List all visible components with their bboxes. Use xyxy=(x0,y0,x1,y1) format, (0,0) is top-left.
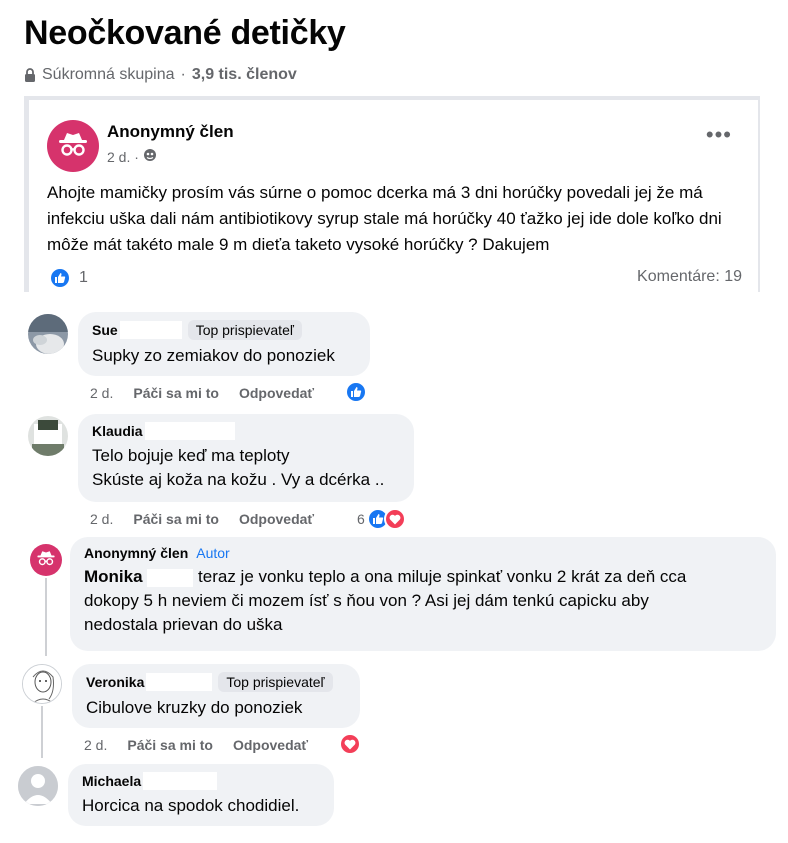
group-privacy: Súkromná skupina xyxy=(42,66,175,83)
post-time: 2 d. · xyxy=(107,148,157,165)
redacted-name xyxy=(146,673,213,691)
redacted-name xyxy=(147,568,194,587)
comment-bubble: Sue Top prispievateľ Supky zo zemiakov d… xyxy=(78,312,370,376)
redacted-name xyxy=(119,321,182,339)
post-card: Anonymný člen 2 d. · ••• Ahojte mamičky … xyxy=(28,100,758,292)
comment-reactions[interactable] xyxy=(339,733,361,755)
avatar[interactable] xyxy=(28,314,68,354)
reaction-count: 6 xyxy=(357,511,365,527)
comment-reactions[interactable]: 6 xyxy=(357,508,406,530)
thread-line xyxy=(41,706,43,758)
avatar[interactable] xyxy=(18,766,58,806)
comment-author[interactable]: Michaela xyxy=(82,772,320,790)
like-icon xyxy=(49,267,71,289)
redacted-name xyxy=(144,422,235,440)
group-meta: Súkromná skupina · 3,9 tis. členov xyxy=(24,66,297,84)
mention-link[interactable]: Monika xyxy=(84,567,143,586)
comment-author[interactable]: Sue Top prispievateľ xyxy=(92,320,356,340)
like-button[interactable]: Páči sa mi to xyxy=(133,385,219,401)
post-more-button[interactable]: ••• xyxy=(706,124,732,146)
comment-reactions[interactable] xyxy=(345,381,367,403)
like-count: 1 xyxy=(79,269,88,286)
meta-separator: · xyxy=(180,66,186,83)
avatar[interactable] xyxy=(30,544,62,576)
comment-actions: 2 d. Páči sa mi to Odpovedať xyxy=(84,737,308,753)
incognito-icon xyxy=(57,131,89,162)
comment-bubble: Anonymný člen Autor Monika teraz je vonk… xyxy=(70,537,776,651)
avatar[interactable] xyxy=(22,664,62,704)
comment-text: Cibulove kruzky do ponoziek xyxy=(86,698,303,717)
comments-count[interactable]: Komentáre: 19 xyxy=(637,268,742,286)
comment-time[interactable]: 2 d. xyxy=(90,511,113,527)
like-icon xyxy=(345,381,367,403)
comment-text: Monika teraz je vonku teplo a ona miluje… xyxy=(84,567,687,634)
reply-button[interactable]: Odpovedať xyxy=(239,385,314,401)
comment-actions: 2 d. Páči sa mi to Odpovedať xyxy=(90,511,314,527)
comment-text: Telo bojuje keď ma teploty Skúste aj kož… xyxy=(92,446,385,489)
globe-icon xyxy=(143,148,157,165)
avatar[interactable] xyxy=(47,120,99,172)
comment-bubble: Michaela Horcica na spodok chodidiel. xyxy=(68,764,334,826)
group-title[interactable]: Neočkované detičky xyxy=(24,14,346,53)
post-text: Ahojte mamičky prosím vás súrne o pomoc … xyxy=(47,183,722,254)
post-timestamp[interactable]: 2 d. · xyxy=(107,149,139,165)
comment-text: Supky zo zemiakov do ponoziek xyxy=(92,346,335,365)
like-button[interactable]: Páči sa mi to xyxy=(127,737,213,753)
redacted-name xyxy=(143,772,218,790)
thread-line xyxy=(45,578,47,656)
status-badge: Top prispievateľ xyxy=(218,672,333,692)
comment-bubble: Veronika Top prispievateľ Cibulove kruzk… xyxy=(72,664,360,728)
author-badge: Autor xyxy=(196,545,230,561)
heart-icon xyxy=(339,733,361,755)
lock-icon xyxy=(24,67,36,83)
comment-author[interactable]: Klaudia xyxy=(92,422,400,440)
comment-author[interactable]: Anonymný člen Autor xyxy=(84,545,762,561)
post-author[interactable]: Anonymný člen xyxy=(107,122,234,142)
status-badge: Top prispievateľ xyxy=(187,320,302,340)
reply-button[interactable]: Odpovedať xyxy=(233,737,308,753)
comment-actions: 2 d. Páči sa mi to Odpovedať xyxy=(90,385,314,401)
reply-button[interactable]: Odpovedať xyxy=(239,511,314,527)
group-members[interactable]: 3,9 tis. členov xyxy=(192,66,297,84)
post-reactions[interactable]: 1 xyxy=(49,267,88,289)
comment-time[interactable]: 2 d. xyxy=(90,385,113,401)
comment-text: Horcica na spodok chodidiel. xyxy=(82,796,300,815)
heart-icon xyxy=(383,508,406,530)
comment-author[interactable]: Veronika Top prispievateľ xyxy=(86,672,346,692)
incognito-icon xyxy=(36,550,56,571)
like-button[interactable]: Páči sa mi to xyxy=(133,511,219,527)
comment-bubble: Klaudia Telo bojuje keď ma teploty Skúst… xyxy=(78,414,414,502)
avatar[interactable] xyxy=(28,416,68,456)
comment-time[interactable]: 2 d. xyxy=(84,737,107,753)
